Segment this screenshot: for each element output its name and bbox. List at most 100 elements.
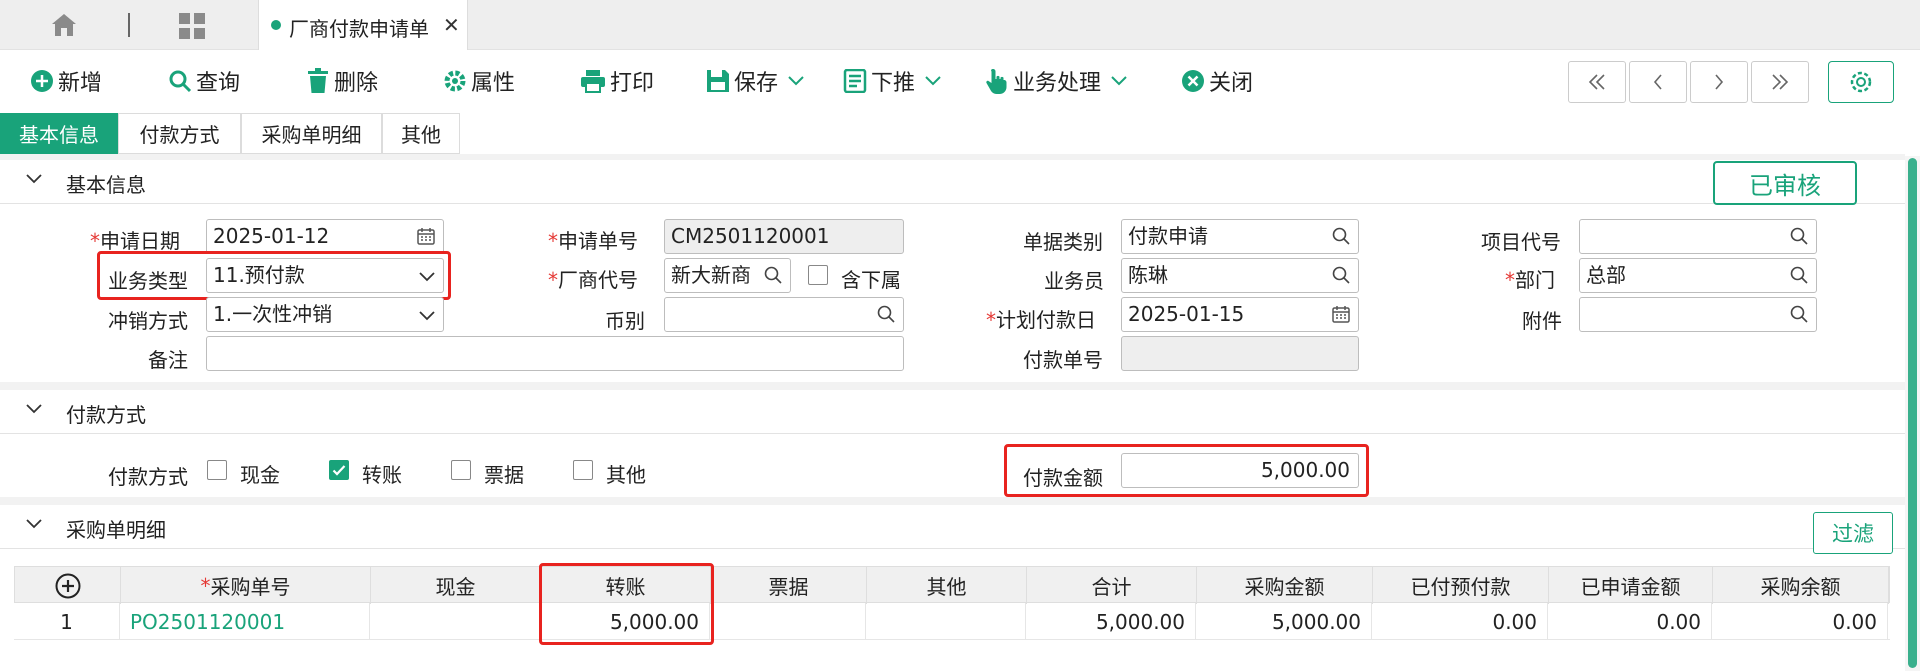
chevron-down-icon[interactable] (26, 519, 42, 529)
cash-label: 现金 (240, 463, 280, 487)
project-label: 项目代号 (1481, 230, 1561, 254)
section-basic-info-header[interactable]: 基本信息 (0, 160, 1905, 204)
scrollbar-thumb[interactable] (1908, 158, 1917, 668)
cell-po-amount: 5,000.00 (1196, 603, 1372, 640)
section-purchase-detail-header[interactable]: 采购单明细 (0, 505, 1905, 549)
close-circle-icon (1182, 70, 1204, 92)
prev-record-button[interactable] (1629, 61, 1687, 103)
gear-icon (444, 70, 466, 92)
vertical-scrollbar[interactable] (1905, 156, 1920, 671)
col-bill[interactable]: 票据 (711, 567, 867, 604)
chevron-down-icon[interactable] (419, 311, 435, 321)
col-po-no[interactable]: * 采购单号 (121, 567, 371, 604)
chevron-right-icon (1715, 74, 1724, 90)
currency-field[interactable] (664, 297, 904, 332)
calendar-icon[interactable] (1332, 305, 1350, 323)
double-chevron-right-icon (1772, 74, 1789, 90)
highlight-transfer-column (539, 563, 714, 645)
cell-cash[interactable] (370, 603, 540, 640)
tab-basic-info[interactable]: 基本信息 (0, 113, 118, 154)
search-icon[interactable] (1332, 266, 1350, 284)
close-button[interactable]: 关闭 (1181, 66, 1253, 96)
col-total[interactable]: 合计 (1027, 567, 1197, 604)
salesman-field[interactable]: 陈琳 (1121, 258, 1359, 293)
cash-checkbox[interactable] (207, 460, 227, 480)
cell-balance: 0.00 (1712, 603, 1888, 640)
delete-button[interactable]: 删除 (306, 66, 378, 96)
include-sub-checkbox[interactable] (808, 265, 828, 285)
doc-type-field[interactable]: 付款申请 (1121, 219, 1359, 254)
attach-label: 附件 (1522, 309, 1562, 333)
search-icon[interactable] (764, 266, 782, 284)
search-icon[interactable] (1332, 227, 1350, 245)
first-record-button[interactable] (1568, 61, 1626, 103)
col-prepaid[interactable]: 已付预付款 (1373, 567, 1549, 604)
search-icon (169, 70, 192, 93)
remark-field[interactable] (206, 336, 904, 371)
cell-bill[interactable] (710, 603, 866, 640)
section-payment-header[interactable]: 付款方式 (0, 390, 1905, 434)
project-field[interactable] (1579, 219, 1817, 254)
plus-circle-icon[interactable] (55, 573, 81, 599)
other-checkbox[interactable] (573, 460, 593, 480)
business-process-button[interactable]: 业务处理 (985, 66, 1131, 96)
tab-bar: 厂商付款申请单 ✕ (0, 0, 1920, 50)
transfer-checkbox[interactable] (329, 460, 349, 480)
save-button[interactable]: 保存 (706, 66, 808, 96)
filter-button[interactable]: 过滤 (1813, 512, 1893, 554)
calendar-icon[interactable] (417, 227, 435, 245)
detail-table-header: * 采购单号 现金 转账 票据 其他 合计 采购金额 已付预付款 已申请金额 采购… (14, 566, 1890, 604)
next-record-button[interactable] (1690, 61, 1748, 103)
tab-payment-method[interactable]: 付款方式 (118, 113, 241, 154)
plan-date-label: *计划付款日 (986, 308, 1096, 332)
active-dot-icon (271, 20, 281, 30)
properties-button[interactable]: 属性 (443, 66, 515, 96)
col-po-amount[interactable]: 采购金额 (1197, 567, 1373, 604)
bill-checkbox[interactable] (451, 460, 471, 480)
col-balance[interactable]: 采购余额 (1713, 567, 1889, 604)
cell-other[interactable] (866, 603, 1026, 640)
add-button[interactable]: 新增 (30, 66, 102, 96)
pay-method-label: 付款方式 (108, 465, 188, 489)
tab-vendor-payment-request[interactable]: 厂商付款申请单 ✕ (258, 0, 468, 50)
search-icon[interactable] (1790, 305, 1808, 323)
tab-purchase-detail[interactable]: 采购单明细 (241, 113, 382, 154)
tab-other[interactable]: 其他 (382, 113, 460, 154)
last-record-button[interactable] (1751, 61, 1809, 103)
home-icon[interactable] (50, 12, 78, 38)
dept-field[interactable]: 总部 (1579, 258, 1817, 293)
col-applied[interactable]: 已申请金额 (1549, 567, 1713, 604)
chevron-down-icon[interactable] (788, 76, 804, 86)
cell-total: 5,000.00 (1026, 603, 1196, 640)
highlight-biz-type (97, 251, 451, 300)
grid-icon[interactable] (178, 12, 206, 40)
chevron-down-icon[interactable] (26, 174, 42, 184)
attach-field[interactable] (1579, 297, 1817, 332)
checkmark-icon (332, 465, 346, 476)
print-button[interactable]: 打印 (580, 66, 654, 96)
offset-label: 冲销方式 (108, 309, 188, 333)
col-cash[interactable]: 现金 (371, 567, 541, 604)
settings-button[interactable] (1828, 61, 1894, 103)
pay-no-label: 付款单号 (1023, 348, 1103, 372)
chevron-down-icon[interactable] (26, 404, 42, 414)
vendor-field[interactable]: 新大新商 (664, 258, 791, 293)
table-row[interactable]: 1 PO2501120001 5,000.00 5,000.00 5,000.0… (14, 603, 1890, 640)
close-tab-icon[interactable]: ✕ (443, 13, 460, 37)
plan-date-field[interactable]: 2025-01-15 (1121, 297, 1359, 332)
search-icon[interactable] (1790, 266, 1808, 284)
divider (128, 13, 130, 37)
push-down-button[interactable]: 下推 (843, 66, 945, 96)
search-icon[interactable] (1790, 227, 1808, 245)
apply-no-field: CM2501120001 (664, 219, 904, 254)
search-icon[interactable] (877, 305, 895, 323)
chevron-down-icon[interactable] (925, 76, 941, 86)
po-no-link[interactable]: PO2501120001 (120, 603, 370, 640)
offset-select[interactable]: 1.一次性冲销 (206, 297, 444, 332)
chevron-down-icon[interactable] (1111, 76, 1127, 86)
double-chevron-left-icon (1588, 74, 1605, 90)
col-other[interactable]: 其他 (867, 567, 1027, 604)
query-button[interactable]: 查询 (168, 66, 240, 96)
apply-date-field[interactable]: 2025-01-12 (206, 219, 444, 254)
pay-no-field (1121, 336, 1359, 371)
